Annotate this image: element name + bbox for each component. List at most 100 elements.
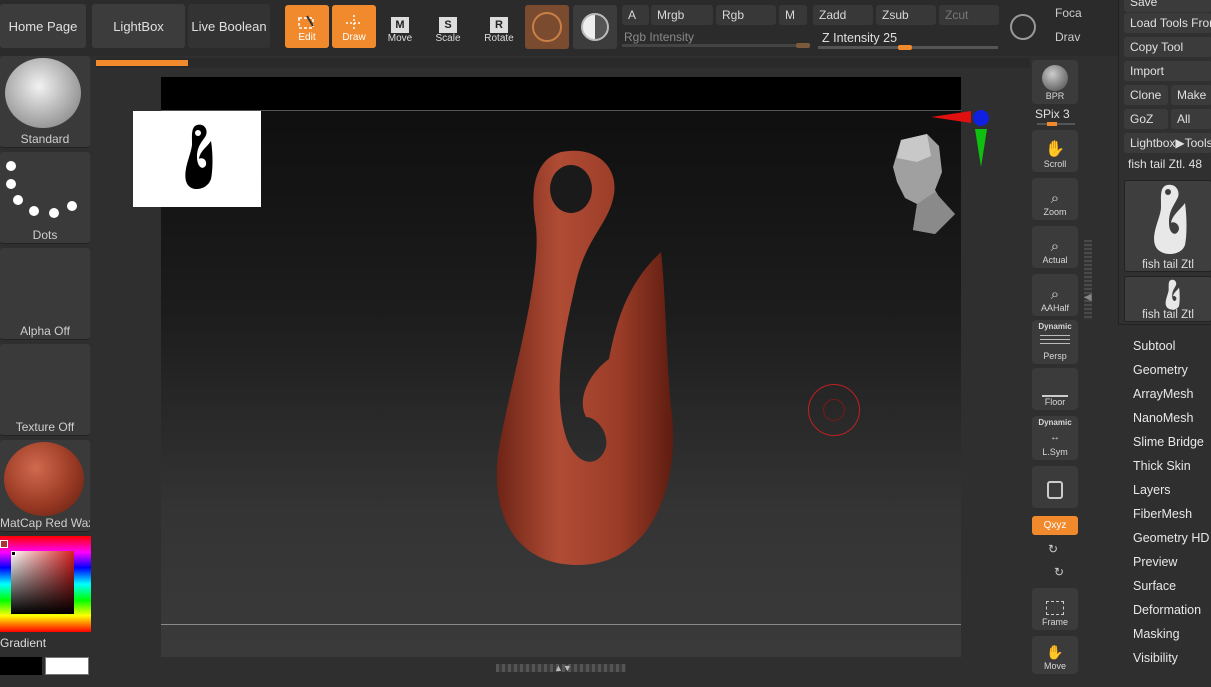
scroll-button[interactable]: ✋ Scroll [1032,130,1078,172]
move-hand-icon: ✋ [1046,644,1064,660]
arraymesh-menu[interactable]: ArrayMesh [1133,387,1193,401]
draw-button[interactable]: Draw [332,5,376,48]
primary-color-swatch[interactable] [45,657,89,675]
focal-shift-label[interactable]: Foca [1055,6,1082,20]
rotate-y-icon[interactable]: ↻ [1048,542,1058,556]
document-canvas[interactable] [161,77,989,657]
subtool-menu[interactable]: Subtool [1133,339,1175,353]
floor-label: Floor [1044,397,1066,407]
draw-label: Draw [342,32,366,43]
copy-tool-button[interactable]: Copy Tool [1124,37,1211,57]
surface-menu[interactable]: Surface [1133,579,1176,593]
tool-thumbnail-main[interactable]: fish tail Ztl [1124,180,1211,272]
hook-white-icon [1154,184,1187,254]
layers-menu[interactable]: Layers [1133,483,1171,497]
aahalf-button[interactable]: ⌕ AAHalf [1032,274,1078,316]
secondary-color-swatch[interactable] [0,657,42,675]
mode-sphere-button[interactable] [573,5,617,49]
preview-menu[interactable]: Preview [1133,555,1177,569]
deformation-menu[interactable]: Deformation [1133,603,1201,617]
tray-divider[interactable] [1084,240,1092,320]
bpr-render-button[interactable]: BPR [1032,60,1078,104]
edit-button[interactable]: Edit [285,5,329,48]
move-button[interactable]: M Move [384,10,416,44]
scale-button[interactable]: S Scale [432,10,464,44]
home-page-button[interactable]: Home Page [0,4,86,48]
tool-thumbnail-main-label: fish tail Ztl [1142,259,1194,271]
grid-icon [1040,335,1070,347]
material-ball-icon [532,12,562,42]
visibility-menu[interactable]: Visibility [1133,651,1178,665]
rotate-icon: R [490,17,508,33]
stroke-selector[interactable]: Dots [0,152,90,244]
move-label: Move [387,33,413,44]
alpha-selector[interactable]: Alpha Off [0,248,90,340]
mrgb-toggle[interactable]: Mrgb [651,5,713,25]
frame-button[interactable]: Frame [1032,588,1078,630]
persp-button[interactable]: Dynamic Persp [1032,320,1078,364]
fish-hook-model[interactable] [481,147,681,567]
rotate-button[interactable]: R Rotate [482,10,516,44]
rgb-toggle[interactable]: Rgb [716,5,776,25]
clone-button[interactable]: Clone [1124,85,1168,105]
floor-button[interactable]: Floor [1032,368,1078,410]
move-view-button[interactable]: ✋ Move [1032,636,1078,674]
xyz-toggle[interactable]: Qxyz [1032,516,1078,535]
zadd-toggle[interactable]: Zadd [813,5,873,25]
z-intensity-label: Z Intensity [822,31,880,45]
spix-control[interactable]: SPix 3 [1035,107,1079,127]
slime-bridge-menu[interactable]: Slime Bridge [1133,435,1204,449]
color-square[interactable] [11,551,74,614]
rotate-label: Rotate [484,33,514,44]
color-picker[interactable] [0,536,91,632]
load-tools-button[interactable]: Load Tools From [1124,13,1211,33]
lightbox-tools-button[interactable]: Lightbox▶Tools [1124,133,1211,153]
bottom-tray-handle[interactable]: ▲▼ [496,663,626,673]
thick-skin-menu[interactable]: Thick Skin [1133,459,1191,473]
zsub-toggle[interactable]: Zsub [876,5,936,25]
brush-selector[interactable]: Standard [0,56,90,148]
spix-knob [1047,122,1057,126]
masking-menu[interactable]: Masking [1133,627,1180,641]
lsym-button[interactable]: Dynamic ↔ L.Sym [1032,416,1078,460]
nanomesh-menu[interactable]: NanoMesh [1133,411,1193,425]
fibermesh-menu[interactable]: FiberMesh [1133,507,1192,521]
draw-size-label[interactable]: Drav [1055,30,1080,44]
lazy-mouse-button[interactable] [1008,12,1044,44]
rgb-intensity-slider[interactable] [622,43,810,48]
texture-selector[interactable]: Texture Off [0,344,90,436]
tool-thumbnail-secondary[interactable]: fish tail Ztl [1124,276,1211,322]
gradient-label[interactable]: Gradient [0,636,46,650]
all-button[interactable]: All [1171,109,1211,129]
goz-button[interactable]: GoZ [1124,109,1168,129]
reference-image[interactable] [133,111,261,207]
current-tool-label: fish tail Ztl. 48 [1128,157,1203,171]
m-toggle[interactable]: M [779,5,807,25]
zcut-toggle[interactable]: Zcut [939,5,999,25]
horizon-line-top [161,110,961,111]
import-button[interactable]: Import [1124,61,1211,81]
lightbox-button[interactable]: LightBox [92,4,185,48]
material-selector[interactable]: MatCap Red Wax [0,440,90,532]
geometry-menu[interactable]: Geometry [1133,363,1188,377]
geometry-hd-menu[interactable]: Geometry HD [1133,531,1209,545]
save-button[interactable]: Save [1124,0,1211,12]
live-boolean-button[interactable]: Live Boolean [188,4,270,48]
z-intensity-slider[interactable] [818,45,998,50]
actual-button[interactable]: ⌕ Actual [1032,226,1078,268]
collapse-arrow-icon[interactable]: ◀ [1084,292,1092,303]
scroll-label: Scroll [1043,159,1067,169]
make-button[interactable]: Make [1171,85,1211,105]
stroke-circle-icon [1010,14,1036,40]
symmetry-icon: ↔ [1050,431,1060,443]
move-icon: M [391,17,409,33]
lock-button[interactable] [1032,466,1078,508]
zoom-button[interactable]: ⌕ Zoom [1032,178,1078,220]
material-sphere-button[interactable] [525,5,569,49]
tool-thumbnail-secondary-label: fish tail Ztl [1142,309,1194,321]
a-channel-toggle[interactable]: A [622,5,649,25]
canvas-top-band [161,77,961,110]
axis-gizmo-icon[interactable] [931,109,993,171]
rotate-z-icon[interactable]: ↻ [1054,565,1064,579]
spix-slider[interactable] [1037,122,1075,126]
